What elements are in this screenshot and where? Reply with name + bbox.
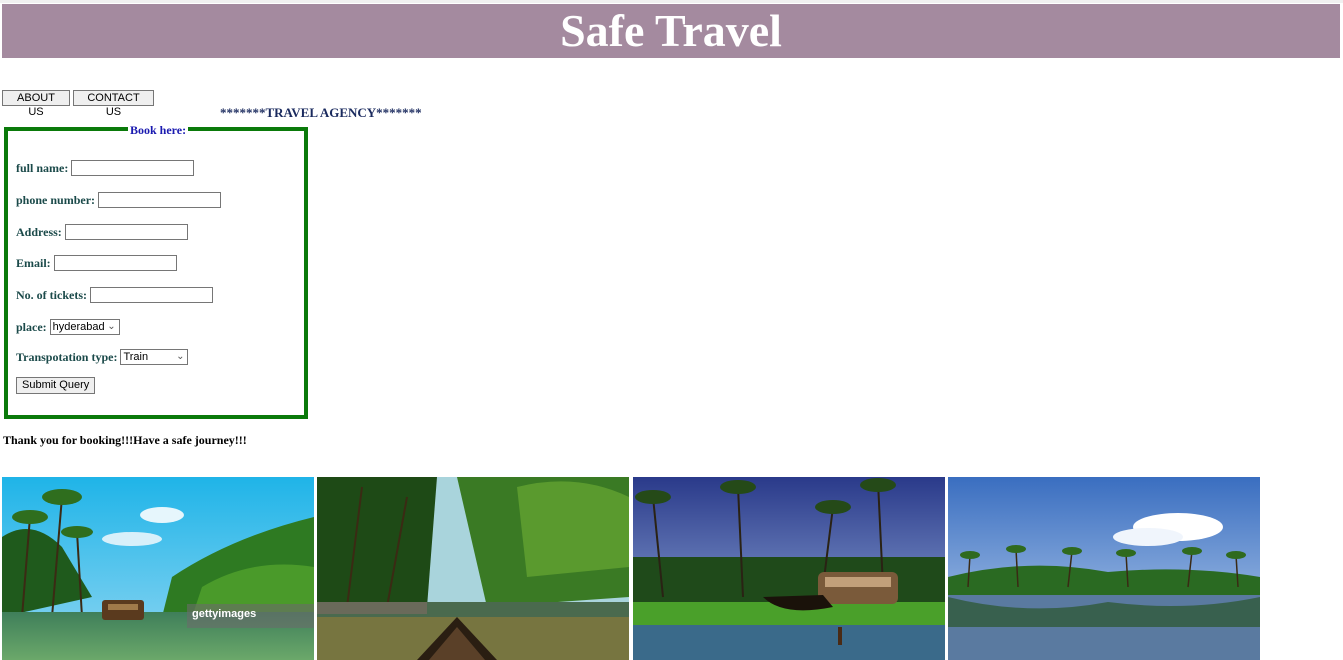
agency-heading: *******TRAVEL AGENCY******* (220, 105, 422, 120)
chevron-down-icon: ⌄ (176, 351, 185, 362)
phone-number-label: phone number: (16, 192, 96, 207)
address-input[interactable] (64, 224, 188, 240)
top-edge (0, 0, 1343, 3)
full-name-input[interactable] (71, 160, 195, 176)
full-name-label: full name: (16, 160, 69, 175)
page-title-banner: Safe Travel (2, 4, 1340, 58)
contact-us-button[interactable]: CONTACT US (73, 90, 154, 118)
transport-row: Transpotation type: Train ⌄ (16, 349, 189, 365)
email-row: Email: (16, 255, 177, 271)
address-label: Address: (16, 224, 62, 239)
transport-select[interactable]: Train ⌄ (120, 349, 189, 365)
full-name-row: full name: (16, 160, 195, 176)
submit-button[interactable]: Submit Query (16, 377, 96, 394)
booking-form: Book here: full name: phone number: Addr… (4, 123, 308, 419)
houseboat-backwaters-photo: gettyimages (2, 477, 314, 660)
lake-palms-reflection-photo (948, 477, 1260, 660)
form-legend: Book here: (128, 123, 189, 137)
tickets-label: No. of tickets: (16, 287, 87, 302)
email-label: Email: (16, 255, 51, 270)
phone-row: phone number: (16, 192, 222, 208)
chevron-down-icon: ⌄ (107, 321, 116, 332)
about-us-button[interactable]: ABOUT US (2, 90, 70, 118)
tickets-input[interactable] (89, 287, 213, 303)
transport-selected-value: Train (123, 351, 149, 363)
place-select[interactable]: hyderabad ⌄ (49, 319, 120, 335)
email-input[interactable] (53, 255, 177, 271)
watermark-text: gettyimages (192, 608, 256, 620)
address-row: Address: (16, 224, 188, 240)
tickets-row: No. of tickets: (16, 287, 213, 303)
place-selected-value: hyderabad (52, 321, 105, 333)
canoe-backwaters-photo (317, 477, 629, 660)
transport-label: Transpotation type: (16, 349, 118, 364)
phone-number-input[interactable] (98, 192, 222, 208)
place-label: place: (16, 319, 47, 334)
page-title: Safe Travel (560, 5, 782, 56)
booking-confirmation-text: Thank you for booking!!!Have a safe jour… (3, 433, 247, 447)
houseboat-palms-photo (633, 477, 945, 660)
place-row: place: hyderabad ⌄ (16, 319, 120, 335)
